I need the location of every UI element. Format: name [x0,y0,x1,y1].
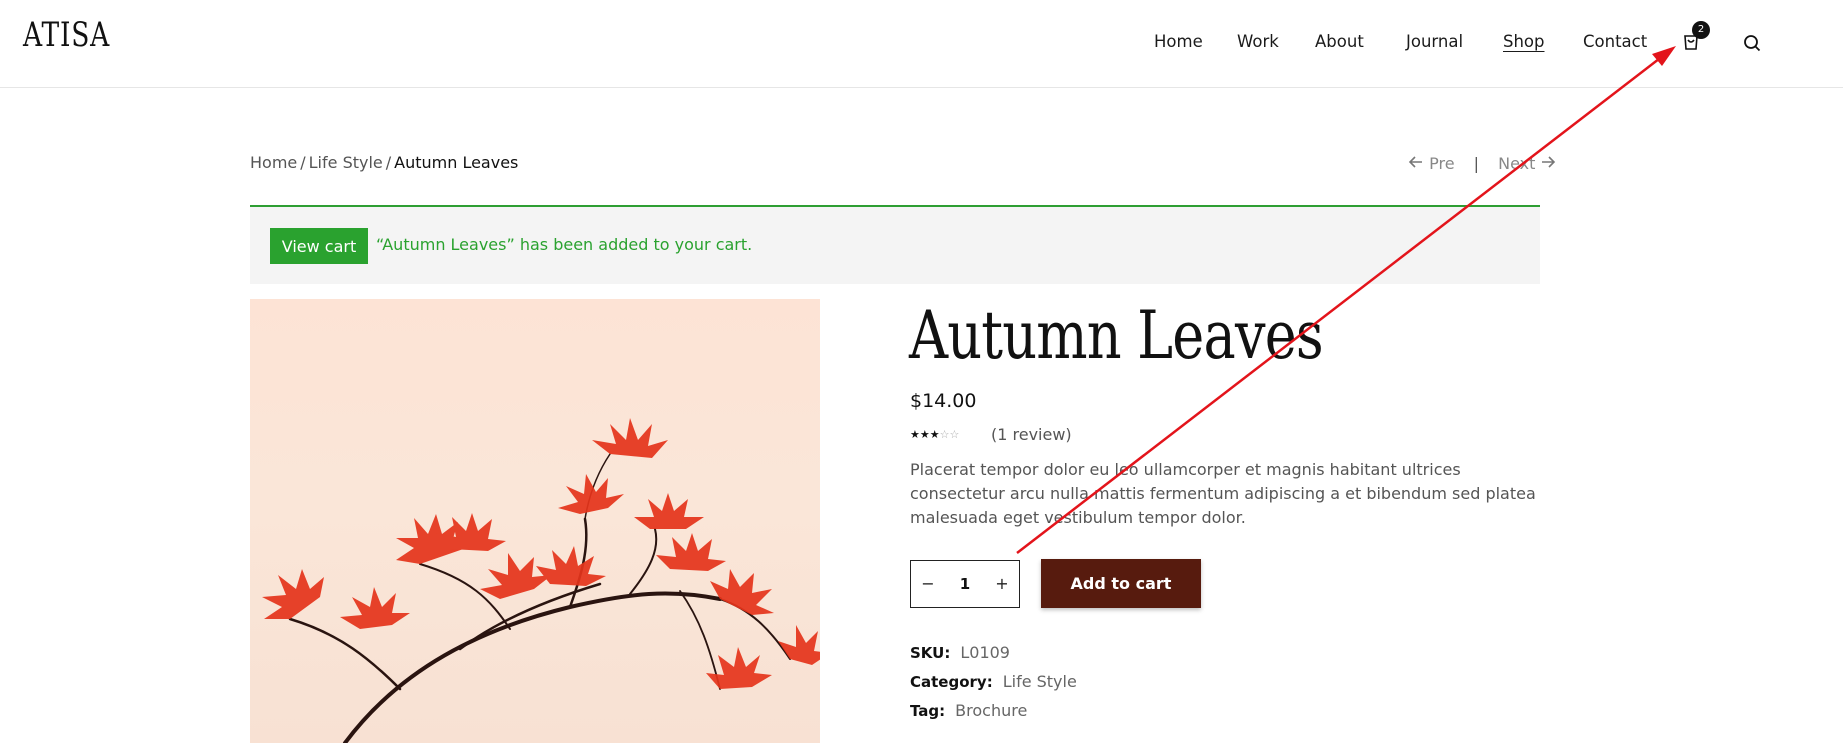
breadcrumb-category[interactable]: Life Style [309,153,383,172]
category-label: Category: [910,673,993,691]
star-rating: ★★★☆☆ [910,428,960,441]
arrow-left-icon [1408,154,1424,173]
sku-value: L0109 [960,643,1010,662]
quantity-decrease-button[interactable]: − [911,561,945,607]
breadcrumb: Home / Life Style / Autumn Leaves [250,153,518,172]
product-tag: Tag: Brochure [910,701,1027,720]
sku-label: SKU: [910,644,951,662]
site-header: ATISA Home Work About Journal Shop Conta… [0,0,1843,88]
breadcrumb-separator: / [385,153,392,172]
view-cart-button[interactable]: View cart [270,228,368,264]
product-category: Category: Life Style [910,672,1077,691]
search-icon[interactable] [1742,33,1762,53]
product-sku: SKU: L0109 [910,643,1010,662]
product-description: Placerat tempor dolor eu leo ullamcorper… [910,460,1536,527]
tag-link[interactable]: Brochure [955,701,1027,720]
review-count-link[interactable]: (1 review) [991,425,1072,444]
product-image[interactable] [250,299,820,743]
product-price: $14.00 [910,390,977,412]
tag-label: Tag: [910,702,946,720]
prev-link[interactable]: Pre [1429,154,1454,173]
add-to-cart-button[interactable]: Add to cart [1041,559,1201,608]
pagination-divider: | [1473,154,1480,173]
arrow-right-icon [1540,154,1556,173]
cart-notice-message: “Autumn Leaves” has been added to your c… [376,235,753,254]
cart-notice: View cart “Autumn Leaves” has been added… [250,205,1540,284]
nav-about[interactable]: About [1315,30,1364,54]
site-logo[interactable]: ATISA [23,18,110,52]
nav-work[interactable]: Work [1237,30,1279,54]
nav-journal[interactable]: Journal [1406,30,1463,54]
breadcrumb-separator: / [300,153,306,172]
nav-shop[interactable]: Shop [1503,30,1545,54]
product-title: Autumn Leaves [909,297,1324,374]
breadcrumb-home[interactable]: Home [250,153,297,172]
product-pagination: Pre | Next [1408,153,1556,173]
category-link[interactable]: Life Style [1003,672,1077,691]
next-link[interactable]: Next [1498,154,1535,173]
quantity-input[interactable]: 1 [945,561,985,607]
quantity-stepper: − 1 + [910,560,1020,608]
breadcrumb-current: Autumn Leaves [394,153,519,172]
quantity-increase-button[interactable]: + [985,561,1019,607]
nav-home[interactable]: Home [1154,30,1203,54]
cart-count-badge: 2 [1692,21,1710,39]
nav-contact[interactable]: Contact [1583,30,1647,54]
